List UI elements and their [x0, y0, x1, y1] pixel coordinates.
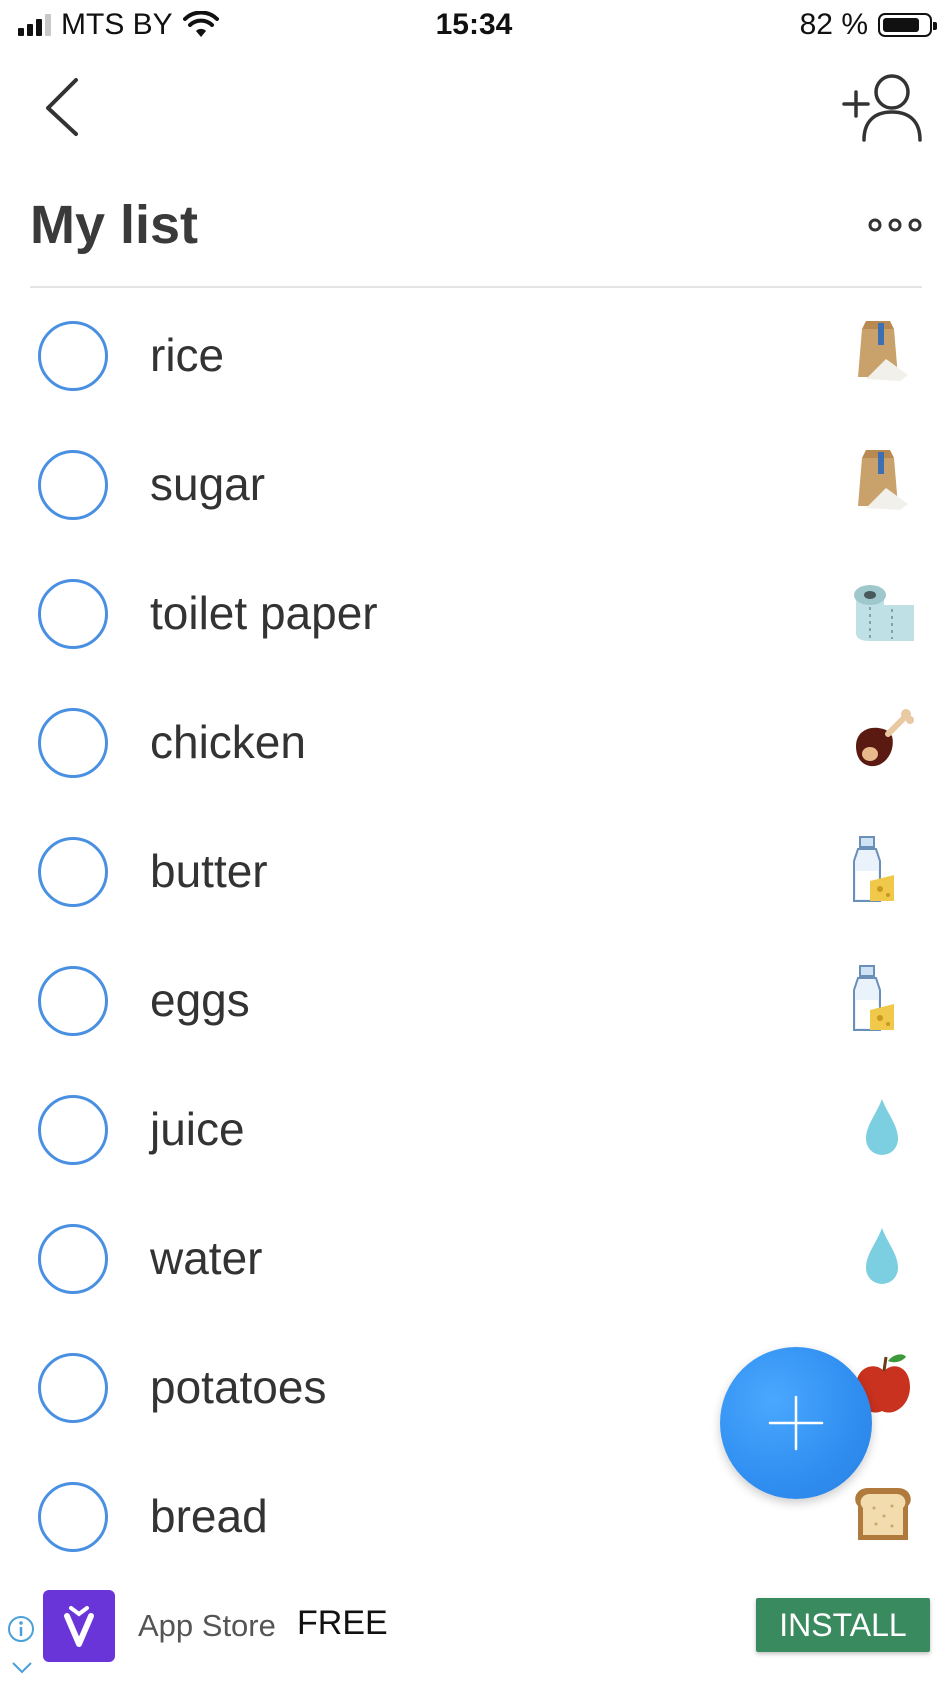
grain-bag-icon [858, 321, 908, 381]
more-options-button[interactable] [860, 205, 930, 245]
item-checkbox[interactable] [38, 321, 108, 391]
more-dots-icon [868, 218, 922, 232]
list-item[interactable]: eggs [0, 940, 948, 1069]
grain-bag-icon [858, 450, 908, 510]
item-label[interactable]: potatoes [150, 1355, 326, 1419]
item-checkbox[interactable] [38, 1482, 108, 1552]
list-item[interactable]: water [0, 1198, 948, 1327]
list-item[interactable]: chicken [0, 682, 948, 811]
item-checkbox[interactable] [38, 1095, 108, 1165]
item-label[interactable]: rice [150, 323, 224, 387]
water-drop-icon [866, 1099, 898, 1155]
info-icon[interactable] [6, 1614, 36, 1644]
item-checkbox[interactable] [38, 579, 108, 649]
bread-icon [855, 1488, 911, 1540]
item-checkbox[interactable] [38, 708, 108, 778]
item-label[interactable]: juice [150, 1097, 245, 1161]
status-right: 82 % [799, 8, 937, 42]
item-checkbox[interactable] [38, 837, 108, 907]
install-button[interactable]: INSTALL [756, 1598, 930, 1652]
plus-icon [768, 1395, 824, 1451]
app-logo-icon [64, 1606, 94, 1647]
item-label[interactable]: butter [150, 839, 268, 903]
list-item[interactable]: rice [0, 295, 948, 424]
meat-icon [856, 709, 914, 767]
list-item[interactable]: juice [0, 1069, 948, 1198]
paper-roll-icon [854, 585, 914, 641]
dairy-icon [853, 836, 894, 902]
item-label[interactable]: sugar [150, 452, 265, 516]
chevron-left-icon [46, 78, 78, 136]
item-label[interactable]: eggs [150, 968, 250, 1032]
page-title: My list [30, 195, 199, 255]
list-item[interactable]: sugar [0, 424, 948, 553]
dairy-icon [853, 965, 894, 1031]
ad-banner[interactable]: App Store FREE INSTALL [0, 1570, 948, 1687]
ad-store-label: App Store [138, 1608, 276, 1643]
ad-price-label: FREE [297, 1604, 388, 1642]
item-label[interactable]: toilet paper [150, 581, 378, 645]
item-label[interactable]: water [150, 1226, 262, 1290]
list-item[interactable]: toilet paper [0, 553, 948, 682]
item-checkbox[interactable] [38, 966, 108, 1036]
status-bar: MTS BY 15:34 82 % [0, 0, 948, 54]
back-button[interactable] [30, 68, 100, 138]
item-checkbox[interactable] [38, 1353, 108, 1423]
chevron-down-icon[interactable] [10, 1660, 34, 1676]
water-drop-icon [866, 1228, 898, 1284]
app-icon[interactable] [43, 1590, 115, 1662]
item-checkbox[interactable] [38, 1224, 108, 1294]
battery-icon [878, 13, 937, 37]
item-checkbox[interactable] [38, 450, 108, 520]
item-label[interactable]: bread [150, 1484, 268, 1548]
list-item[interactable]: butter [0, 811, 948, 940]
add-item-button[interactable] [720, 1347, 872, 1499]
title-divider [30, 286, 922, 288]
item-label[interactable]: chicken [150, 710, 306, 774]
add-person-icon [842, 74, 922, 142]
share-list-button[interactable] [840, 70, 930, 142]
battery-percent: 82 % [799, 8, 868, 41]
